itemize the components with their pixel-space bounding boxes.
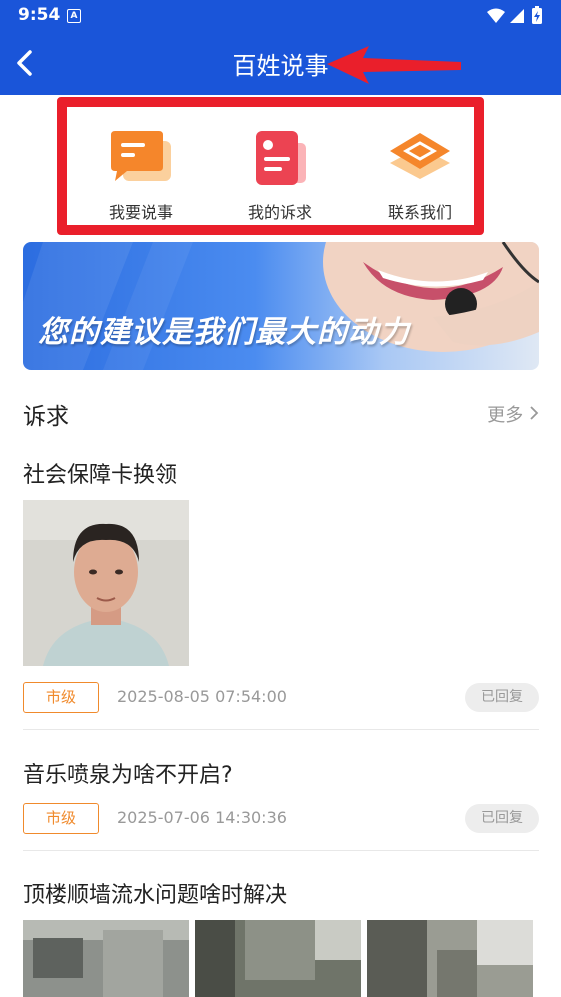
- post-photo[interactable]: [23, 500, 189, 666]
- status-badge: 已回复: [465, 804, 539, 833]
- post-photo[interactable]: [195, 920, 361, 997]
- post-meta: 市级 2025-08-05 07:54:00 已回复: [23, 682, 539, 714]
- menu-label: 我要说事: [108, 203, 173, 222]
- post-title[interactable]: 社会保障卡换领: [23, 457, 177, 489]
- level-tag: 市级: [23, 682, 99, 713]
- layers-icon: [390, 133, 450, 179]
- document-icon: [256, 131, 306, 185]
- person-photo: [23, 500, 189, 666]
- menu-item-contact-us[interactable]: 联系我们: [370, 129, 470, 223]
- more-label: 更多: [487, 405, 524, 426]
- post-date: 2025-08-05 07:54:00: [117, 687, 287, 706]
- quick-menu-highlight: 我要说事 我的诉求 联系我们: [57, 97, 484, 235]
- appeals-section-header: 诉求 更多: [23, 395, 539, 430]
- section-title: 诉求: [23, 404, 69, 430]
- signal-icon: [510, 9, 524, 23]
- annotation-arrow: [327, 46, 461, 84]
- wifi-icon: [487, 8, 505, 23]
- status-bar: 9:54 A: [0, 0, 561, 34]
- status-time: 9:54: [18, 5, 61, 25]
- menu-item-my-appeals[interactable]: 我的诉求: [230, 129, 330, 223]
- menu-label: 联系我们: [387, 203, 452, 222]
- menu-label: 我的诉求: [247, 203, 312, 222]
- post-photo[interactable]: [367, 920, 533, 997]
- chat-bubble-icon: [111, 131, 171, 181]
- post-photo[interactable]: [23, 920, 189, 997]
- chevron-right-icon: [530, 406, 539, 420]
- level-tag: 市级: [23, 803, 99, 834]
- divider: [23, 850, 539, 851]
- building-photo: [23, 920, 189, 997]
- post-title[interactable]: 音乐喷泉为啥不开启?: [23, 757, 233, 789]
- page-title: 百姓说事: [232, 52, 329, 80]
- wall-photo: [195, 920, 361, 997]
- post-date: 2025-07-06 14:30:36: [117, 808, 287, 827]
- divider: [23, 729, 539, 730]
- drain-photo: [367, 920, 533, 997]
- menu-item-speak[interactable]: 我要说事: [91, 129, 191, 223]
- nav-row: 百姓说事: [0, 34, 561, 95]
- status-badge: 已回复: [465, 683, 539, 712]
- system-status-icons: [487, 6, 542, 24]
- post-meta: 市级 2025-07-06 14:30:36 已回复: [23, 803, 539, 835]
- notification-icon: A: [67, 9, 81, 23]
- top-bar: 9:54 A 百姓说事: [0, 0, 561, 95]
- banner-slogan: 您的建议是我们最大的动力: [38, 315, 410, 350]
- banner[interactable]: 您的建议是我们最大的动力: [23, 242, 539, 370]
- more-link[interactable]: 更多: [487, 401, 539, 427]
- post-title[interactable]: 顶楼顺墙流水问题啥时解决: [23, 877, 287, 909]
